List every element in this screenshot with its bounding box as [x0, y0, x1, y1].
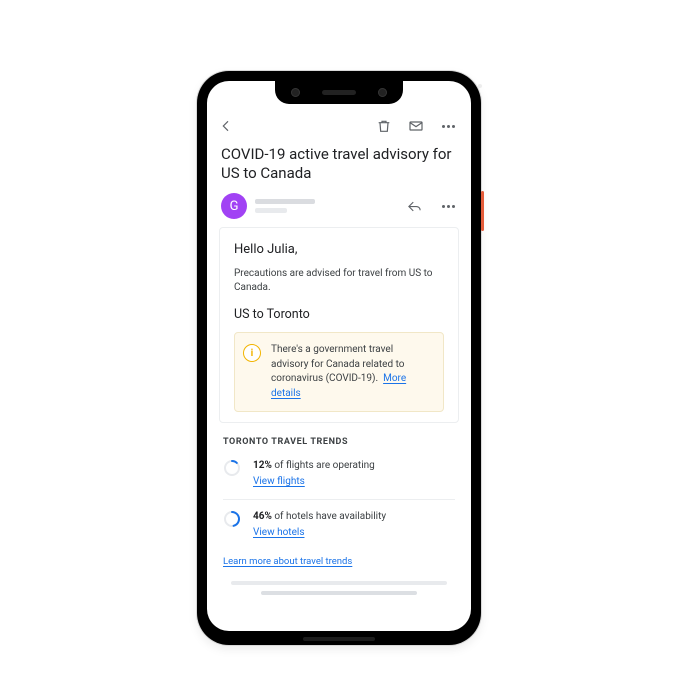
route-heading: US to Toronto	[234, 307, 444, 322]
email-subject: COVID-19 active travel advisory for US t…	[207, 143, 471, 189]
message-more-button[interactable]	[435, 193, 461, 219]
learn-more-link[interactable]: Learn more about travel trends	[223, 556, 352, 567]
avatar: G	[221, 193, 247, 219]
email-body-card: Hello Julia, Precautions are advised for…	[219, 227, 459, 423]
phone-speaker	[303, 637, 375, 641]
trend-item-flights: 12% of flights are operating View flight…	[223, 455, 455, 499]
sender-info-placeholder	[255, 199, 315, 213]
progress-ring-icon	[223, 510, 241, 528]
reply-button[interactable]	[401, 193, 427, 219]
trend-suffix: of flights are operating	[272, 460, 375, 471]
travel-trends-section: TORONTO TRAVEL TRENDS 12% of flights are…	[207, 431, 471, 550]
trend-suffix: of hotels have availability	[272, 511, 386, 522]
phone-frame: COVID-19 active travel advisory for US t…	[197, 71, 481, 645]
advisory-text: There's a government travel advisory for…	[271, 343, 433, 401]
trend-percent: 46%	[253, 511, 272, 522]
reply-icon	[407, 199, 422, 214]
view-flights-link[interactable]: View flights	[253, 475, 375, 489]
sender-row[interactable]: G	[207, 189, 471, 227]
envelope-icon	[408, 118, 424, 134]
trend-text: 46% of hotels have availability View hot…	[253, 510, 386, 540]
learn-more-row: Learn more about travel trends	[207, 550, 471, 577]
view-hotels-link[interactable]: View hotels	[253, 526, 386, 540]
mark-unread-button[interactable]	[403, 113, 429, 139]
greeting-text: Hello Julia,	[234, 242, 444, 257]
more-actions-button[interactable]	[435, 113, 461, 139]
phone-screen: COVID-19 active travel advisory for US t…	[207, 81, 471, 631]
advisory-banner: i There's a government travel advisory f…	[234, 332, 444, 412]
back-button[interactable]	[213, 113, 239, 139]
more-horizontal-icon	[442, 125, 455, 128]
info-icon: i	[243, 344, 261, 362]
trend-percent: 12%	[253, 460, 272, 471]
trend-text: 12% of flights are operating View flight…	[253, 459, 375, 489]
trend-item-hotels: 46% of hotels have availability View hot…	[223, 499, 455, 550]
footer-placeholder-bars	[207, 577, 471, 601]
trash-icon	[376, 118, 392, 134]
phone-power-button	[481, 191, 484, 231]
more-horizontal-icon	[442, 205, 455, 208]
email-view: COVID-19 active travel advisory for US t…	[207, 81, 471, 631]
trends-title: TORONTO TRAVEL TRENDS	[223, 437, 455, 447]
delete-button[interactable]	[371, 113, 397, 139]
progress-ring-icon	[223, 459, 241, 477]
precaution-text: Precautions are advised for travel from …	[234, 267, 444, 295]
action-bar	[207, 109, 471, 143]
chevron-left-icon	[218, 118, 234, 134]
